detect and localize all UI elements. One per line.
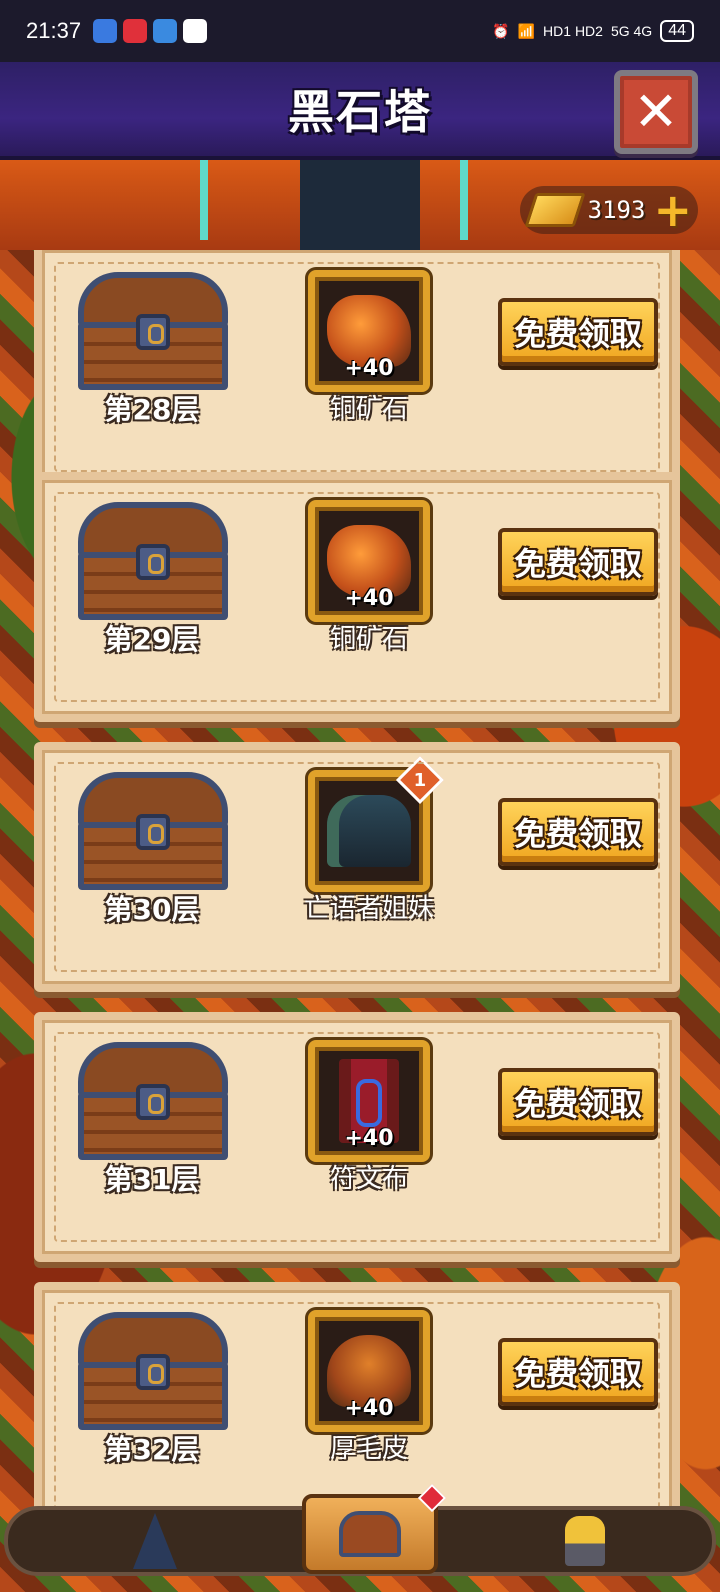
reward-name: 厚毛皮 <box>329 1434 408 1464</box>
gold-amount: 3193 <box>587 196 646 224</box>
badge-number: 1 <box>413 769 427 791</box>
treasure-chest-icon <box>78 1042 228 1160</box>
phone-notification-icon <box>153 19 178 43</box>
free-claim-button[interactable]: 免费领取 <box>498 528 658 596</box>
app-notification-icon <box>93 19 118 43</box>
free-claim-button[interactable]: 免费领取 <box>498 1338 658 1406</box>
reward-item[interactable]: +40 <box>308 1040 430 1162</box>
add-gold-button[interactable]: + <box>653 187 692 233</box>
close-button[interactable]: ✕ <box>614 70 698 154</box>
floor-label: 第32层 <box>104 1433 200 1466</box>
reward-count: +40 <box>344 586 394 611</box>
floor-label: 第30层 <box>104 893 200 926</box>
status-right: ⏰ 📶 HD1 HD2 5G 4G 44 <box>492 20 694 42</box>
floor-reward-card: 第31层 +40 符文布 免费领取 <box>34 1012 680 1262</box>
floor-label: 第29层 <box>104 623 200 656</box>
page-title: 黑石塔 <box>288 85 432 139</box>
free-claim-button[interactable]: 免费领取 <box>498 798 658 866</box>
level-badge: 1 <box>395 755 445 805</box>
reward-count: +40 <box>344 1126 394 1151</box>
trophy-icon <box>565 1516 605 1566</box>
banner-crack <box>200 160 208 240</box>
page-header: 黑石塔 ✕ <box>0 62 720 160</box>
floor-reward-card: 第30层 1 亡语者姐妹 免费领取 <box>34 742 680 992</box>
reward-item[interactable]: +40 <box>308 500 430 622</box>
blank-notification-icon <box>183 19 208 43</box>
free-claim-button[interactable]: 免费领取 <box>498 1068 658 1136</box>
reward-name: 亡语者姐妹 <box>303 894 434 924</box>
tower-icon <box>133 1513 177 1569</box>
chest-icon <box>339 1511 401 1557</box>
reward-name: 铜矿石 <box>329 624 408 654</box>
battery-indicator: 44 <box>660 20 694 42</box>
bottom-nav <box>4 1483 716 1576</box>
network-label: 5G 4G <box>610 23 653 39</box>
reward-name: 符文布 <box>329 1164 408 1194</box>
treasure-chest-icon <box>78 502 228 620</box>
floor-reward-card: 第32层 +40 厚毛皮 免费领取 <box>34 1282 680 1510</box>
close-icon: ✕ <box>633 80 679 143</box>
gold-bar-icon <box>524 193 586 227</box>
reward-item[interactable]: 1 <box>308 755 445 892</box>
wifi-icon: 📶 <box>517 22 536 39</box>
reward-item[interactable]: +40 <box>308 1310 430 1432</box>
floor-label: 第31层 <box>104 1163 200 1196</box>
nav-ranking[interactable] <box>548 1509 622 1573</box>
floor-reward-list[interactable]: 第28层 +40 铜矿石 免费领取 第29层 +40 铜矿石 免费领取 第30层… <box>0 250 720 1510</box>
stock-notification-icon <box>123 19 148 43</box>
gold-currency: 3193 + <box>519 186 698 234</box>
hero-portrait-icon <box>327 795 411 867</box>
treasure-chest-icon <box>78 1312 228 1430</box>
nav-chest[interactable] <box>302 1483 447 1574</box>
reward-count: +40 <box>344 356 394 381</box>
reward-item[interactable]: +40 <box>308 270 430 392</box>
floor-label: 第28层 <box>104 393 200 426</box>
free-claim-button[interactable]: 免费领取 <box>498 298 658 366</box>
reward-name: 铜矿石 <box>329 394 408 424</box>
alarm-icon: ⏰ <box>492 22 510 39</box>
hd-label: HD1 HD2 <box>543 23 603 39</box>
floor-reward-card: 第28层 +40 铜矿石 免费领取 <box>34 250 680 492</box>
reward-count: +40 <box>344 1396 394 1421</box>
nav-tower[interactable] <box>118 1509 192 1573</box>
status-time: 21:37 <box>26 18 82 43</box>
status-bar: 21:37 ⏰ 📶 HD1 HD2 5G 4G 44 <box>0 0 720 62</box>
floor-reward-card: 第29层 +40 铜矿石 免费领取 <box>34 472 680 722</box>
banner-crack <box>460 160 468 240</box>
treasure-chest-icon <box>78 272 228 390</box>
treasure-chest-icon <box>78 772 228 890</box>
